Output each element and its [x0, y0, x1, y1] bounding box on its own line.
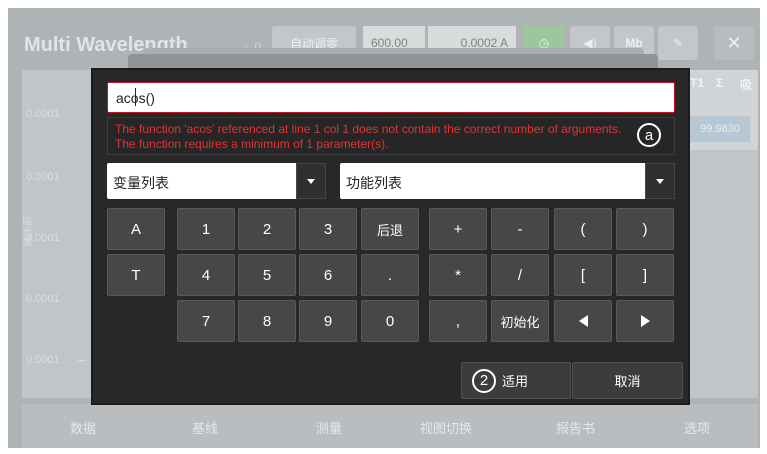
cancel-label: 取消 — [614, 374, 641, 389]
key-comma[interactable]: , — [429, 300, 487, 342]
y-tick-label: 0.0001 — [26, 354, 60, 366]
key-open-paren[interactable]: ( — [554, 208, 612, 250]
cursor-right-button[interactable] — [616, 300, 674, 342]
edit-icon[interactable]: ✎ — [658, 26, 698, 60]
nav-view-switch[interactable]: 视图切换 — [420, 418, 472, 437]
table-header: 吸 — [740, 78, 753, 92]
key-6[interactable]: 6 — [299, 254, 357, 296]
key-8[interactable]: 8 — [238, 300, 296, 342]
arrow-right-icon — [640, 315, 650, 327]
apply-button[interactable]: 2 适用 — [461, 362, 571, 399]
key-close-bracket[interactable]: ] — [616, 254, 674, 296]
key-close-paren[interactable]: ) — [616, 208, 674, 250]
expression-dialog: The function 'acos' referenced at line 1… — [91, 68, 690, 405]
key-4[interactable]: 4 — [177, 254, 235, 296]
key-3[interactable]: 3 — [299, 208, 357, 250]
key-minus[interactable]: - — [491, 208, 549, 250]
nav-measure[interactable]: 测量 — [316, 418, 342, 437]
arrow-left-icon — [578, 315, 588, 327]
nav-options[interactable]: 选项 — [684, 418, 710, 437]
key-1[interactable]: 1 — [177, 208, 235, 250]
nav-baseline[interactable]: 基线 — [192, 418, 218, 437]
key-0[interactable]: 0 — [361, 300, 419, 342]
key-open-bracket[interactable]: [ — [554, 254, 612, 296]
y-tick-label: 0.0001 — [26, 108, 60, 120]
table-header: T1 — [690, 76, 705, 90]
annotation-a-icon: a — [637, 123, 661, 147]
key-divide[interactable]: / — [491, 254, 549, 296]
error-box: The function 'acos' referenced at line 1… — [107, 117, 675, 155]
y-axis-title: 吸光度 — [20, 216, 31, 246]
chevron-down-icon[interactable] — [645, 163, 675, 199]
chevron-down-icon[interactable] — [296, 163, 326, 199]
y-tick-label: 0.0001 — [26, 171, 60, 183]
text-cursor — [135, 88, 136, 106]
key-multiply[interactable]: * — [429, 254, 487, 296]
expression-input[interactable] — [107, 82, 675, 113]
variable-list-label: 变量列表 — [113, 175, 169, 191]
key-plus[interactable]: + — [429, 208, 487, 250]
y-tick-label: 0.0001 — [26, 293, 60, 305]
key-5[interactable]: 5 — [238, 254, 296, 296]
close-icon[interactable]: ✕ — [714, 26, 754, 60]
apply-label: 适用 — [502, 374, 529, 389]
key-backspace[interactable]: 后退 — [361, 208, 419, 250]
key-7[interactable]: 7 — [177, 300, 235, 342]
nav-data[interactable]: 数据 — [70, 418, 96, 437]
variable-list-select[interactable]: 变量列表 — [107, 163, 326, 199]
cancel-button[interactable]: 取消 — [572, 362, 683, 399]
results-table: T1 Σ 吸 99.9830 — [686, 70, 758, 150]
key-2[interactable]: 2 — [238, 208, 296, 250]
cursor-left-button[interactable] — [554, 300, 612, 342]
key-clear[interactable]: 初始化 — [491, 300, 549, 342]
y-tick — [78, 360, 86, 361]
key-a[interactable]: A — [107, 208, 165, 250]
key-9[interactable]: 9 — [299, 300, 357, 342]
annotation-2-icon: 2 — [472, 368, 496, 393]
key-t[interactable]: T — [107, 254, 165, 296]
function-list-label: 功能列表 — [346, 175, 402, 191]
error-message: The function 'acos' referenced at line 1… — [115, 122, 622, 151]
table-header: Σ — [716, 76, 724, 90]
function-list-select[interactable]: 功能列表 — [340, 163, 675, 199]
nav-report[interactable]: 报告书 — [556, 418, 595, 437]
bottom-nav: 数据 基线 测量 视图切换 报告书 选项 — [22, 404, 758, 448]
key-decimal[interactable]: . — [361, 254, 419, 296]
table-cell: 99.9830 — [690, 116, 750, 142]
